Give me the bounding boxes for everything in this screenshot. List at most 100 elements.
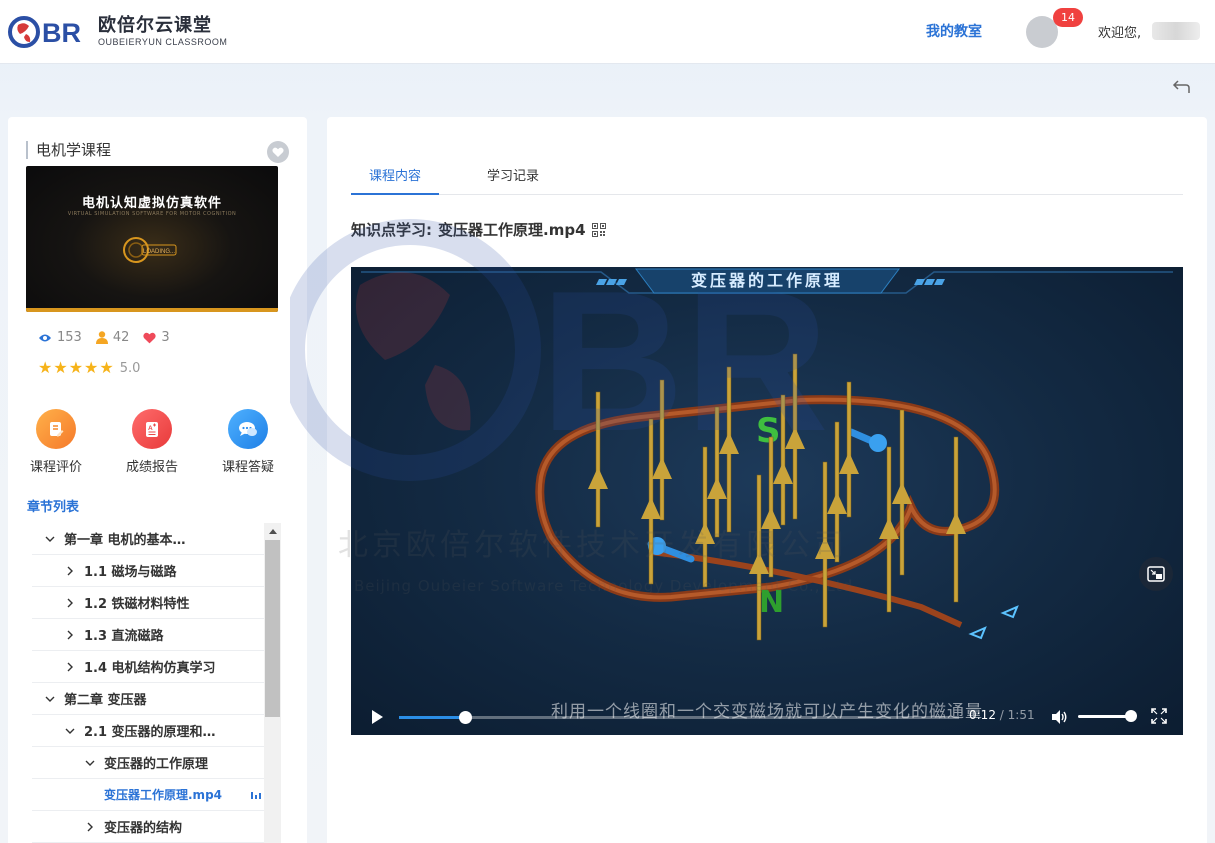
views-stat: 153 — [38, 330, 82, 345]
section-item[interactable]: 2.1 变压器的原理和… — [32, 715, 265, 747]
my-classroom-link[interactable]: 我的教室 — [926, 21, 982, 41]
volume-icon[interactable] — [1050, 708, 1068, 726]
video-controls: 0:12 / 1:51 — [351, 699, 1183, 735]
content-panel: 课程内容 学习记录 知识点学习: 变压器工作原理.mp4 变压器的工作原理 S … — [327, 117, 1207, 843]
loading-ring-icon: LOADING... — [123, 237, 177, 263]
chapter-scrollbar[interactable] — [264, 523, 281, 843]
chevron-down-icon — [45, 696, 55, 702]
chat-icon — [228, 409, 268, 449]
grade-report-button[interactable]: A 成绩报告 — [122, 409, 182, 475]
topic-item[interactable]: 变压器的工作原理 — [32, 747, 265, 779]
chapter-tree: 第一章 电机的基本… 1.1 磁场与磁路 1.2 铁磁材料特性 1.3 直流磁路… — [32, 523, 265, 843]
picture-in-picture-icon[interactable] — [1139, 557, 1173, 591]
tab-course-content[interactable]: 课程内容 — [351, 165, 439, 195]
chapter-item[interactable]: 第一章 电机的基本… — [32, 523, 265, 555]
scrollbar-thumb[interactable] — [265, 540, 280, 717]
qr-code-icon[interactable] — [591, 222, 606, 237]
learners-count: 42 — [112, 330, 130, 345]
views-count: 153 — [57, 330, 82, 345]
chevron-down-icon — [45, 536, 55, 542]
logo-mark: BR — [8, 12, 94, 52]
thumbnail-title: 电机认知虚拟仿真软件 — [81, 196, 222, 211]
chapter-label: 第一章 电机的基本… — [64, 533, 186, 548]
current-time: 0:12 — [969, 708, 996, 722]
progress-bar[interactable] — [399, 711, 959, 724]
section-label: 1.1 磁场与磁路 — [84, 565, 177, 580]
lesson-item-active[interactable]: 变压器工作原理.mp4 — [32, 779, 265, 811]
likes-stat: 3 — [143, 330, 170, 345]
heart-icon — [143, 332, 157, 343]
topic-label: 变压器的工作原理 — [104, 757, 209, 772]
thumbnail-bar — [26, 308, 278, 312]
top-header: BR 欧倍尔云课堂 OUBEIERYUN CLASSROOM 我的教室 14 欢… — [0, 0, 1215, 64]
topic-item[interactable]: 变压器的结构 — [32, 811, 265, 843]
course-thumbnail[interactable]: 电机认知虚拟仿真软件 VIRTUAL SIMULATION SOFTWARE F… — [26, 166, 278, 312]
transformer-animation: 变压器的工作原理 S N — [361, 268, 1173, 641]
learners-stat: 42 — [95, 330, 130, 345]
tab-study-record[interactable]: 学习记录 — [487, 165, 539, 195]
section-label: 1.3 直流磁路 — [84, 629, 164, 644]
progress-fill — [399, 716, 465, 719]
username-redacted[interactable] — [1152, 22, 1200, 40]
section-item[interactable]: 1.2 铁磁材料特性 — [32, 587, 265, 619]
chapter-label: 第二章 变压器 — [64, 693, 147, 708]
thumbnail-subtitle: VIRTUAL SIMULATION SOFTWARE FOR MOTOR CO… — [67, 211, 237, 217]
svg-text:A: A — [148, 425, 153, 432]
svg-text:N: N — [759, 585, 784, 620]
course-review-label: 课程评价 — [29, 460, 82, 475]
progress-knob[interactable] — [458, 711, 472, 724]
course-qa-button[interactable]: 课程答疑 — [218, 409, 278, 475]
chapter-item[interactable]: 第二章 变压器 — [32, 683, 265, 715]
section-item[interactable]: 1.4 电机结构仿真学习 — [32, 651, 265, 683]
course-actions: 课程评价 A 成绩报告 课程答疑 — [26, 409, 286, 479]
course-review-button[interactable]: 课程评价 — [26, 409, 86, 475]
favorite-heart-icon[interactable] — [267, 141, 289, 163]
section-label: 1.2 铁磁材料特性 — [84, 597, 190, 612]
course-qa-label: 课程答疑 — [221, 460, 274, 475]
video-player[interactable]: 变压器的工作原理 S N 利用一个线圈和一个交变磁场就可以产生变化的磁通量 0:… — [351, 267, 1183, 735]
playing-equalizer-icon — [251, 792, 261, 799]
edit-note-icon — [36, 409, 76, 449]
course-rating: ★ ★ ★ ★ ★ 5.0 — [38, 359, 140, 377]
back-icon[interactable] — [1172, 78, 1192, 96]
chevron-right-icon — [67, 598, 73, 607]
notification-badge[interactable]: 14 — [1053, 8, 1083, 27]
duration: / 1:51 — [999, 708, 1035, 722]
star-icon: ★ — [99, 358, 114, 377]
section-label: 1.4 电机结构仿真学习 — [84, 661, 216, 676]
chapter-list-heading: 章节列表 — [27, 500, 80, 515]
svg-text:LOADING...: LOADING... — [143, 249, 175, 255]
svg-text:变压器的工作原理: 变压器的工作原理 — [691, 271, 843, 290]
topic-label: 变压器的结构 — [104, 821, 183, 836]
lesson-label: 变压器工作原理.mp4 — [104, 788, 223, 802]
star-icon: ★ — [53, 358, 68, 377]
chevron-down-icon — [85, 760, 95, 766]
eye-icon — [39, 334, 51, 341]
logo[interactable]: BR 欧倍尔云课堂 OUBEIERYUN CLASSROOM — [8, 12, 227, 52]
star-icon: ★ — [68, 358, 84, 377]
course-title: 电机学课程 — [26, 141, 111, 159]
volume-slider[interactable] — [1078, 715, 1132, 718]
star-icon: ★ — [84, 358, 99, 377]
fullscreen-icon[interactable] — [1151, 708, 1167, 724]
lesson-title: 知识点学习: 变压器工作原理.mp4 — [351, 219, 606, 240]
course-sidebar: 电机学课程 电机认知虚拟仿真软件 VIRTUAL SIMULATION SOFT… — [8, 117, 307, 843]
logo-en-text: OUBEIERYUN CLASSROOM — [98, 37, 228, 47]
report-icon: A — [132, 409, 172, 449]
scroll-up-arrow-icon[interactable] — [264, 523, 281, 540]
grade-report-label: 成绩报告 — [125, 460, 178, 475]
content-tabs: 课程内容 学习记录 — [351, 161, 1183, 195]
star-icon: ★ — [38, 358, 53, 377]
section-label: 2.1 变压器的原理和… — [84, 725, 216, 740]
person-icon — [95, 331, 108, 344]
svg-text:S: S — [756, 411, 781, 451]
time-display: 0:12 / 1:51 — [969, 708, 1035, 722]
section-item[interactable]: 1.3 直流磁路 — [32, 619, 265, 651]
play-icon[interactable] — [369, 709, 385, 725]
course-stats: 153 42 3 — [38, 330, 184, 345]
chevron-down-icon — [65, 728, 75, 734]
section-item[interactable]: 1.1 磁场与磁路 — [32, 555, 265, 587]
chevron-right-icon — [87, 822, 93, 831]
chevron-right-icon — [67, 630, 73, 639]
volume-knob[interactable] — [1125, 710, 1137, 722]
